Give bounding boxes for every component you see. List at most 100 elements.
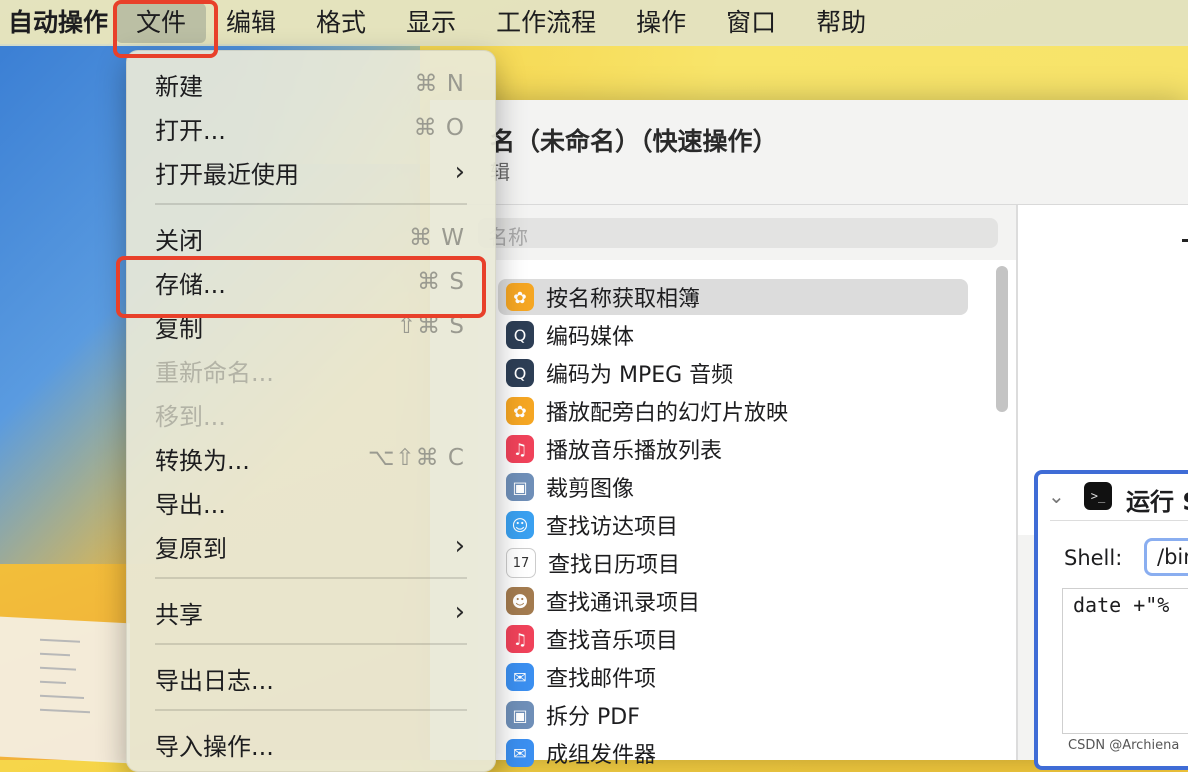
mail-icon: ✉	[506, 739, 534, 767]
menu-item-label: 复制	[155, 314, 203, 343]
action-list-label: 查找通讯录项目	[546, 591, 701, 616]
menu-item-import-actions[interactable]: 导入操作...	[127, 723, 495, 765]
action-list-label: 拆分 PDF	[546, 705, 640, 730]
menu-item-new[interactable]: 新建 ⌘ N	[127, 63, 495, 105]
menu-item-duplicate[interactable]: 复制 ⇧⌘ S	[127, 305, 495, 347]
menu-item-export[interactable]: 导出...	[127, 481, 495, 523]
menu-item-revert-to[interactable]: 复原到 ›	[127, 525, 495, 567]
action-list-item[interactable]: ▣ 拆分 PDF	[498, 697, 968, 733]
menu-item-open-recent[interactable]: 打开最近使用 ›	[127, 151, 495, 193]
menu-item-label: 新建	[155, 72, 203, 101]
menu-item-label: 复原到	[155, 534, 227, 563]
action-list-item[interactable]: Q 编码媒体	[498, 317, 968, 353]
shell-select[interactable]: /bin	[1144, 538, 1188, 576]
menu-item-close[interactable]: 关闭 ⌘ W	[127, 217, 495, 259]
menu-item-label: 导出日志...	[155, 666, 274, 695]
preview-icon: ▣	[506, 701, 534, 729]
action-list-item[interactable]: 17 查找日历项目	[498, 545, 968, 581]
menu-item-shortcut: ⇧⌘ S	[396, 313, 465, 339]
chevron-right-icon: ›	[454, 597, 465, 627]
action-list-label: 查找邮件项	[546, 667, 657, 692]
actions-list-scrollbar[interactable]	[996, 266, 1008, 412]
calendar-icon: 17	[506, 548, 536, 578]
window-title: 名（未命名）（快速操作）	[490, 127, 778, 156]
action-list-item[interactable]: ♫ 查找音乐项目	[498, 621, 968, 657]
action-list-item[interactable]: ✉ 查找邮件项	[498, 659, 968, 695]
menu-item-open[interactable]: 打开... ⌘ O	[127, 107, 495, 149]
menu-item-save[interactable]: 存储... ⌘ S	[127, 261, 495, 303]
menu-item-share[interactable]: 共享 ›	[127, 591, 495, 633]
menu-separator	[155, 577, 467, 579]
mail-icon: ✉	[506, 663, 534, 691]
menu-file[interactable]: 文件	[116, 3, 207, 43]
menu-item-move-to: 移到...	[127, 393, 495, 435]
run-shell-script-action[interactable]: ⌄ >_ 运行 S Shell: /bin date +"%	[1034, 470, 1188, 770]
chevron-right-icon: ›	[454, 157, 465, 187]
menu-item-shortcut: ⌘ O	[413, 115, 465, 141]
menu-item-label: 打开...	[155, 116, 226, 145]
action-list-item[interactable]: ☺ 查找访达项目	[498, 507, 968, 543]
music-icon: ♫	[506, 435, 534, 463]
file-menu-dropdown: 新建 ⌘ N 打开... ⌘ O 打开最近使用 › 关闭 ⌘ W 存储... ⌘…	[126, 50, 496, 772]
menu-edit[interactable]: 编辑	[206, 0, 296, 46]
action-list-item[interactable]: Q 编码为 MPEG 音频	[498, 355, 968, 391]
action-list-label: 播放音乐播放列表	[546, 439, 723, 464]
menu-item-shortcut: ⌘ S	[417, 269, 465, 295]
menu-item-label: 导入操作...	[155, 732, 274, 761]
desktop-thumbnail	[0, 616, 130, 764]
menu-bar: 自动操作 文件 编辑 格式 显示 工作流程 操作 窗口 帮助	[0, 0, 1188, 46]
script-editor[interactable]: date +"%	[1062, 588, 1188, 734]
menu-item-label: 重新命名...	[155, 358, 274, 387]
action-list-item[interactable]: ▣ 裁剪图像	[498, 469, 968, 505]
photos-icon: ✿	[506, 283, 534, 311]
menu-item-label: 打开最近使用	[155, 160, 299, 189]
preview-icon: ▣	[506, 473, 534, 501]
action-list-label: 编码为 MPEG 音频	[546, 363, 734, 388]
menu-item-shortcut: ⌘ N	[414, 71, 465, 97]
actions-search-input[interactable]: 名称	[478, 218, 998, 249]
menu-item-shortcut: ⌥⇧⌘ C	[367, 445, 465, 471]
menu-separator	[155, 643, 467, 645]
shell-label: Shell:	[1064, 546, 1123, 570]
action-header-divider	[1050, 520, 1188, 521]
menu-item-label: 共享	[155, 600, 203, 629]
menu-item-export-log[interactable]: 导出日志...	[127, 657, 495, 699]
menu-separator	[155, 709, 467, 711]
action-list-label: 查找音乐项目	[546, 629, 679, 654]
action-list-item[interactable]: ☻ 查找通讯录项目	[498, 583, 968, 619]
terminal-icon: >_	[1084, 482, 1112, 510]
menu-format[interactable]: 格式	[296, 0, 386, 46]
quicktime-icon: Q	[506, 321, 534, 349]
action-list-item[interactable]: ✿ 按名称获取相簿	[498, 279, 968, 315]
action-list-item[interactable]: ♫ 播放音乐播放列表	[498, 431, 968, 467]
action-list-label: 成组发件器	[546, 743, 657, 768]
menu-actions[interactable]: 操作	[616, 0, 706, 46]
menu-window[interactable]: 窗口	[706, 0, 796, 46]
action-list-label: 查找日历项目	[548, 553, 681, 578]
action-title: 运行 S	[1126, 488, 1188, 516]
menu-workflow[interactable]: 工作流程	[476, 0, 616, 46]
chevron-down-icon[interactable]: ⌄	[1048, 484, 1065, 508]
menu-view[interactable]: 显示	[386, 0, 476, 46]
chevron-right-icon: ›	[454, 531, 465, 561]
menu-item-label: 移到...	[155, 402, 226, 431]
contacts-icon: ☻	[506, 587, 534, 615]
menu-item-convert-to[interactable]: 转换为... ⌥⇧⌘ C	[127, 437, 495, 479]
finder-icon: ☺	[506, 511, 534, 539]
music-icon: ♫	[506, 625, 534, 653]
menu-help[interactable]: 帮助	[796, 0, 886, 46]
action-list-label: 播放配旁白的幻灯片放映	[546, 401, 789, 426]
menu-item-label: 导出...	[155, 490, 226, 519]
action-list-label: 编码媒体	[546, 325, 635, 350]
watermark: CSDN @Archiena	[1068, 738, 1180, 753]
menu-item-label: 转换为...	[155, 446, 250, 475]
menu-item-label: 存储...	[155, 270, 226, 299]
action-list-item[interactable]: ✿ 播放配旁白的幻灯片放映	[498, 393, 968, 429]
photos-icon: ✿	[506, 397, 534, 425]
menu-app-name[interactable]: 自动操作	[0, 0, 116, 46]
action-list-label: 按名称获取相簿	[546, 287, 701, 312]
menu-item-shortcut: ⌘ W	[408, 225, 465, 251]
action-list-label: 裁剪图像	[546, 477, 635, 502]
action-list-label: 查找访达项目	[546, 515, 679, 540]
action-list-item[interactable]: ✉ 成组发件器	[498, 735, 968, 771]
